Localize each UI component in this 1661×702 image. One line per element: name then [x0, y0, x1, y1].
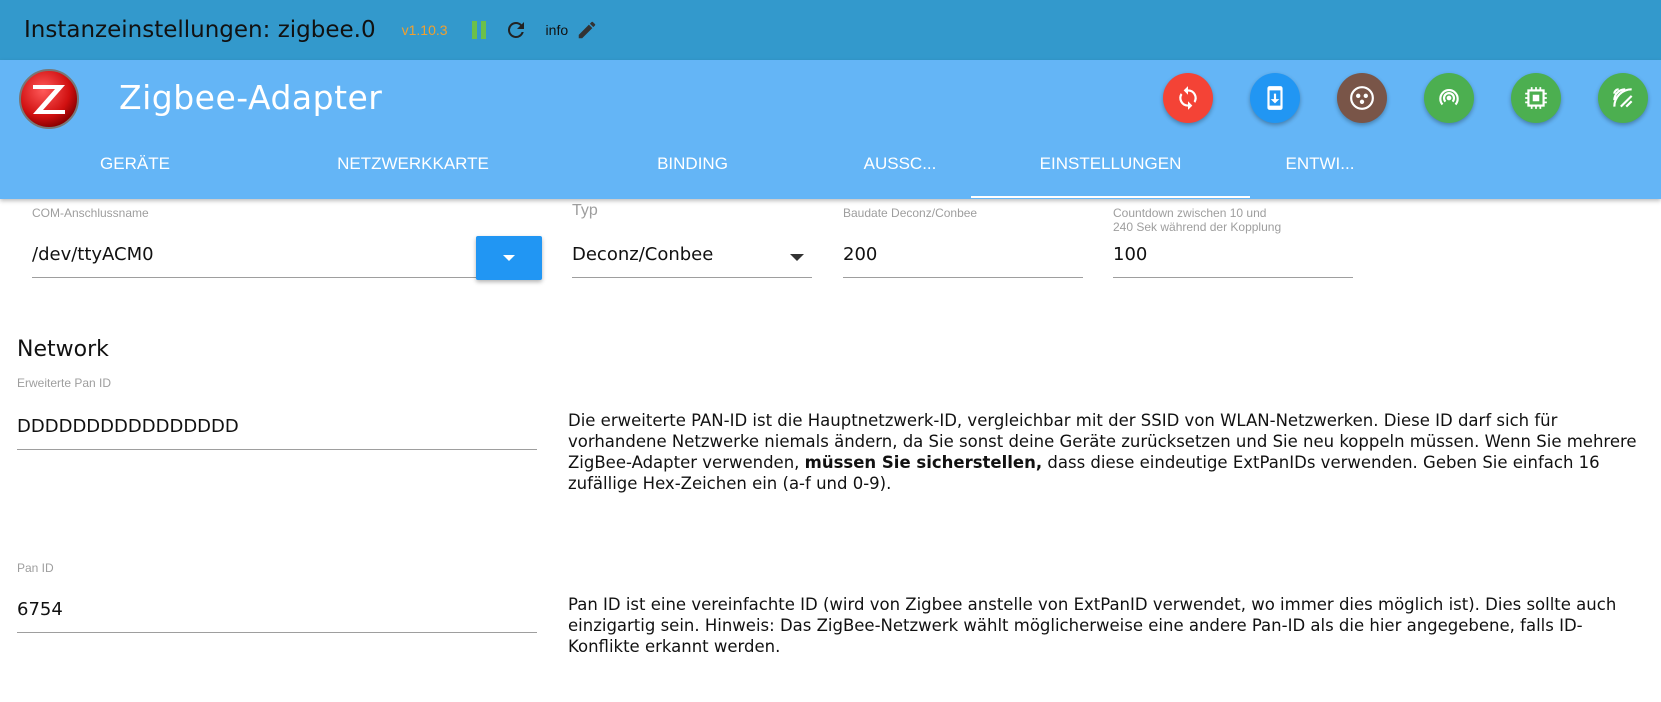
- pan-id-field: Pan ID 6754: [17, 561, 537, 639]
- adapter-header: Zigbee-Adapter GERÄTE NETZWERKKARTE BIND…: [0, 60, 1661, 199]
- ext-pan-id-input[interactable]: DDDDDDDDDDDDDDDD: [17, 416, 537, 450]
- ext-pan-id-help: Die erweiterte PAN-ID ist die Hauptnetzw…: [568, 410, 1648, 494]
- ext-pan-id-field: Erweiterte Pan ID DDDDDDDDDDDDDDDD: [17, 376, 537, 454]
- pan-id-input[interactable]: 6754: [17, 599, 537, 633]
- type-select-value: Deconz/Conbee: [572, 244, 714, 265]
- instance-titlebar: Instanzeinstellungen: zigbee.0 v1.10.3 i…: [0, 0, 1661, 60]
- chip-icon: [1525, 87, 1547, 109]
- network-section-title: Network: [17, 337, 109, 362]
- pan-id-label: Pan ID: [17, 561, 54, 575]
- baudrate-label: Baudate Deconz/Conbee: [843, 206, 978, 220]
- reset-button[interactable]: [1163, 73, 1213, 123]
- edit-pencil-icon[interactable]: [576, 19, 598, 41]
- tab-network-map[interactable]: NETZWERKKARTE: [333, 140, 493, 199]
- download-button[interactable]: [1250, 73, 1300, 123]
- tab-developer[interactable]: ENTWI...: [1270, 140, 1370, 199]
- baudrate-field: Baudate Deconz/Conbee 200: [843, 206, 1083, 284]
- zigbee-logo-icon: [19, 69, 79, 129]
- tab-exclusion[interactable]: AUSSC...: [845, 140, 955, 199]
- com-port-label: COM-Anschlussname: [32, 206, 149, 220]
- tab-bar: GERÄTE NETZWERKKARTE BINDING AUSSC... EI…: [0, 140, 1661, 199]
- phone-download-icon: [1267, 86, 1283, 110]
- chip-button[interactable]: [1511, 73, 1561, 123]
- pairing-button[interactable]: [1337, 73, 1387, 123]
- ext-pan-id-label: Erweiterte Pan ID: [17, 376, 112, 390]
- loglevel-label: info: [545, 22, 569, 38]
- countdown-label-line2: 240 Sek während der Kopplung: [1113, 220, 1282, 234]
- signal-button[interactable]: [1598, 73, 1648, 123]
- sync-icon: [1179, 86, 1197, 110]
- countdown-input[interactable]: 100: [1113, 244, 1353, 278]
- pan-id-help: Pan ID ist eine vereinfachte ID (wird vo…: [568, 595, 1617, 656]
- ext-pan-id-help-bold: müssen Sie sicherstellen,: [804, 453, 1043, 472]
- version-label: v1.10.3: [401, 22, 448, 38]
- select-caret-icon: [790, 254, 804, 261]
- adapter-name: Zigbee-Adapter: [119, 78, 383, 117]
- instance-title: Instanzeinstellungen: zigbee.0: [24, 17, 376, 43]
- tab-binding[interactable]: BINDING: [630, 140, 755, 199]
- wifi-ring-icon: [1439, 89, 1459, 106]
- com-port-select-button[interactable]: [476, 236, 542, 280]
- baudrate-input[interactable]: 200: [843, 244, 1083, 278]
- countdown-field: Countdown zwischen 10 und 240 Sek währen…: [1113, 206, 1353, 284]
- reload-icon[interactable]: [504, 18, 528, 42]
- scan-button[interactable]: [1424, 73, 1474, 123]
- countdown-label-line1: Countdown zwischen 10 und: [1113, 206, 1267, 220]
- tab-settings[interactable]: EINSTELLUNGEN: [971, 140, 1250, 198]
- com-port-field: COM-Anschlussname /dev/ttyACM0: [32, 206, 476, 284]
- type-label: Typ: [572, 202, 598, 219]
- pause-icon[interactable]: [471, 21, 486, 39]
- signal-off-icon: [1613, 88, 1633, 108]
- tab-devices[interactable]: GERÄTE: [70, 140, 200, 199]
- caret-down-icon: [503, 255, 515, 261]
- type-select[interactable]: Deconz/Conbee: [572, 244, 812, 278]
- zigbee-dots-icon: [1350, 86, 1374, 110]
- com-port-input[interactable]: /dev/ttyACM0: [32, 244, 476, 278]
- type-field: Typ Deconz/Conbee: [572, 202, 812, 284]
